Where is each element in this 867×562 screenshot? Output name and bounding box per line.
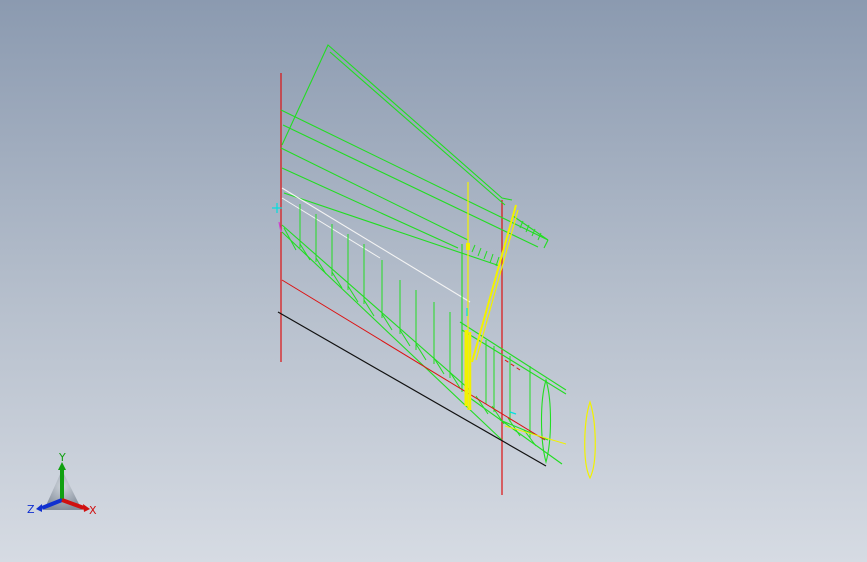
white-edge-line <box>281 187 471 303</box>
white-edge-line-2 <box>281 197 381 259</box>
wing-wireframe-model[interactable] <box>0 0 867 562</box>
lower-panel-lines <box>281 224 567 465</box>
view-orientation-triad[interactable]: Y Z X <box>24 448 108 524</box>
cyan-point-markers <box>272 203 517 415</box>
x-axis-label: X <box>89 504 97 517</box>
black-bottom-edge <box>277 311 547 467</box>
rib-hatching <box>283 204 531 438</box>
yellow-spar <box>464 182 596 480</box>
z-axis-arrowhead <box>36 504 42 512</box>
graphics-viewport[interactable]: Y Z X <box>0 0 867 562</box>
y-axis-label: Y <box>59 451 66 464</box>
z-axis-label: Z <box>27 503 35 516</box>
